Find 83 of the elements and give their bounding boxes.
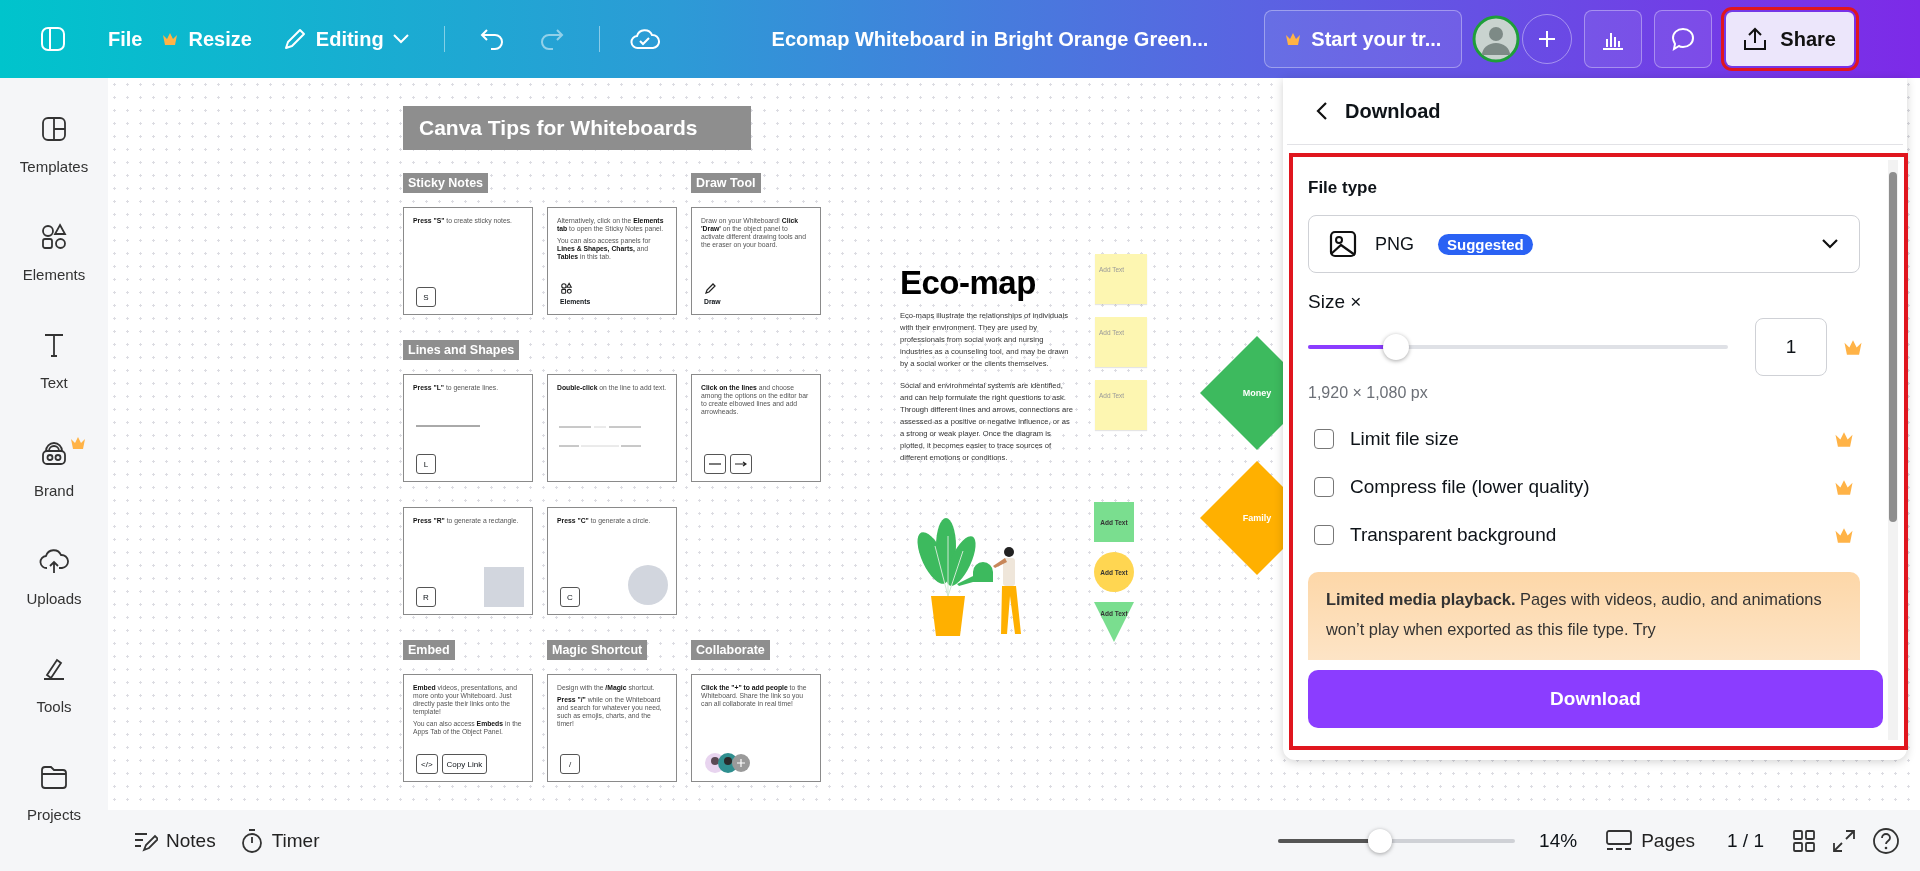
checkbox[interactable] [1314, 477, 1334, 497]
notes-button[interactable]: Notes [128, 824, 220, 857]
panel-title: Download [1345, 99, 1441, 123]
plus-icon [1537, 29, 1558, 49]
key-cap: S [416, 287, 436, 307]
field-label: Size × [1308, 291, 1362, 313]
rectangle-shape [484, 567, 524, 607]
node-label: Money [1242, 388, 1272, 398]
pages-icon [1605, 828, 1634, 853]
crown-icon [1285, 32, 1302, 46]
download-button[interactable]: Download [1308, 670, 1883, 728]
option-label: Compress file (lower quality) [1350, 476, 1590, 498]
file-type-dropdown[interactable]: PNG Suggested [1308, 215, 1860, 273]
comment-button[interactable] [1654, 10, 1713, 68]
size-slider[interactable] [1308, 333, 1728, 361]
sidebar-item[interactable]: Elements [0, 198, 108, 306]
cloud-check-icon [629, 27, 660, 51]
sidebar-item[interactable]: Text [0, 306, 108, 414]
section-heading: Embed [403, 640, 455, 660]
section-heading: Draw Tool [691, 173, 761, 193]
option-label: Limit file size [1350, 428, 1459, 450]
collaborator-avatars-drawing [704, 752, 752, 774]
line-icon [709, 462, 721, 466]
upload-icon [1742, 26, 1769, 52]
elements-icon [39, 221, 69, 252]
trial-button[interactable]: Start your tr... [1264, 10, 1463, 68]
add-collaborator-button[interactable] [1522, 14, 1573, 64]
redo-icon [538, 28, 565, 50]
shapes-icon [560, 282, 573, 295]
fullscreen-icon[interactable] [1832, 828, 1856, 853]
key-cap: L [416, 454, 436, 474]
section-heading: Collaborate [691, 640, 770, 660]
timer-button[interactable]: Timer [235, 823, 324, 858]
pencil-icon [704, 282, 717, 295]
notice-text: Limited media playback. Pages with videos, audio, and animations won’t play when exported as this file type. Try [1326, 589, 1823, 640]
crown-icon [162, 32, 179, 46]
help-icon[interactable] [1872, 826, 1900, 855]
slider-thumb[interactable] [1383, 334, 1410, 360]
arrow-icon [735, 461, 747, 467]
sidebar-item[interactable]: Uploads [0, 522, 108, 630]
key-cap: C [560, 587, 580, 607]
checkbox[interactable] [1314, 429, 1334, 449]
board-title: Canva Tips for Whiteboards [403, 106, 751, 150]
section-heading: Magic Shortcut [547, 640, 648, 660]
panel-icon [40, 26, 66, 52]
insights-button[interactable] [1584, 10, 1643, 68]
sidebar-item[interactable]: Brand [0, 414, 108, 522]
page-counter: 1 / 1 [1727, 829, 1764, 852]
field-label: File type [1308, 178, 1377, 199]
line-shape [416, 425, 480, 427]
sidebar-item[interactable]: Templates [0, 90, 108, 198]
undo-icon [478, 28, 505, 50]
zoom-slider[interactable] [1278, 827, 1516, 854]
zoom-percentage[interactable]: 14% [1539, 829, 1578, 852]
section-heading: Sticky Notes [403, 173, 489, 193]
chevron-down-icon [1821, 238, 1839, 250]
suggested-badge: Suggested [1438, 233, 1533, 255]
document-title[interactable]: Ecomap Whiteboard in Bright Orange Green... [771, 27, 1209, 51]
key-cap: R [416, 587, 436, 607]
crown-icon [1843, 338, 1863, 356]
key-cap: </> [416, 754, 438, 774]
circle-shape [628, 565, 668, 605]
eco-map-title: Eco-map [900, 264, 1037, 302]
avatar[interactable] [1472, 15, 1521, 63]
file-type-value: PNG [1375, 233, 1414, 255]
sidebar-item[interactable]: Tools [0, 630, 108, 738]
key-cap: / [560, 754, 580, 774]
comment-icon [1670, 26, 1697, 52]
grid-view-icon[interactable] [1792, 828, 1816, 853]
dimensions-text: 1,920 × 1,080 px [1308, 384, 1428, 402]
checkbox[interactable] [1314, 525, 1334, 545]
chevron-down-icon [391, 33, 410, 45]
pages-button[interactable]: Pages [1601, 824, 1699, 857]
section-heading: Lines and Shapes [403, 340, 520, 360]
timer-icon [239, 827, 264, 854]
size-input[interactable]: 1 [1755, 318, 1827, 376]
zoom-thumb[interactable] [1368, 828, 1392, 853]
node-label: Family [1242, 513, 1272, 523]
option-label: Transparent background [1350, 524, 1557, 546]
scrollbar[interactable] [1888, 160, 1898, 740]
sidebar-item[interactable]: Projects [0, 738, 108, 846]
image-icon [1329, 230, 1357, 258]
key-cap: Copy Link [441, 754, 488, 774]
